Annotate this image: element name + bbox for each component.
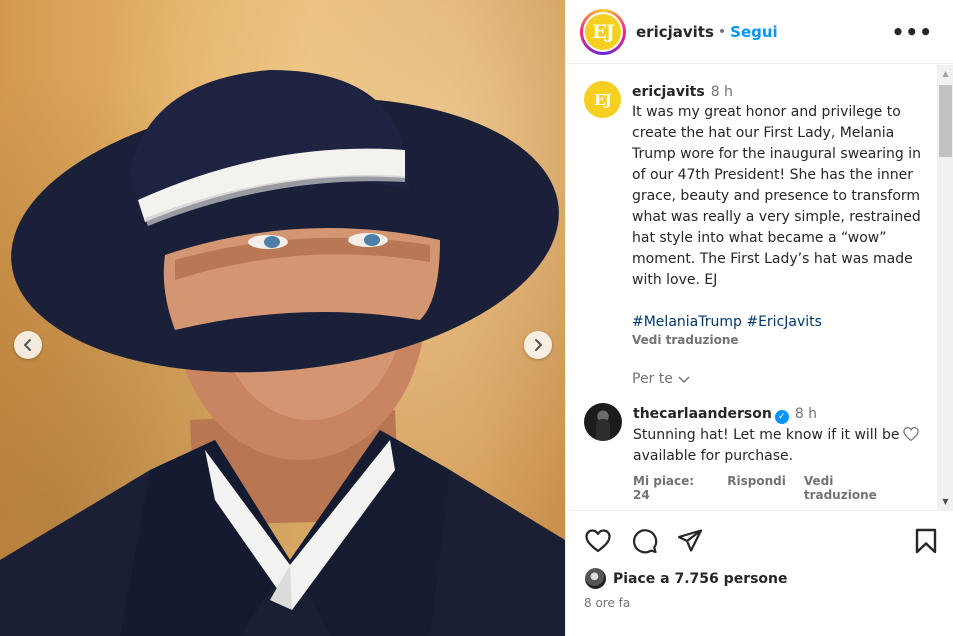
separator-dot: •	[717, 23, 727, 40]
comment-icon[interactable]	[630, 527, 658, 555]
liker-avatar	[584, 567, 607, 590]
verified-badge-icon: ✓	[774, 410, 789, 424]
comment-time: 8 h	[794, 406, 818, 422]
caption-username[interactable]: ericjavits	[632, 84, 705, 100]
chevron-right-icon	[535, 339, 542, 351]
scrollbar[interactable]: ▲ ▼	[937, 65, 953, 510]
for-you-dropdown[interactable]: Per te	[632, 371, 922, 387]
post-timestamp: 8 ore fa	[584, 596, 631, 610]
likes-prefix: Piace a	[613, 570, 675, 587]
comment-item: thecarlaanderson ✓ 8 h Stunning hat! Let m…	[566, 387, 953, 502]
actions-bar: Piace a 7.756 persone 8 ore fa	[566, 510, 953, 636]
post-photo	[0, 70, 565, 636]
likes-count: 7.756	[674, 570, 719, 587]
comment-username[interactable]: thecarlaanderson	[633, 406, 772, 422]
comment-meta: Mi piace: 24 Rispondi Vedi traduzione	[633, 474, 903, 502]
reply-button[interactable]: Rispondi	[727, 474, 786, 502]
chevron-left-icon	[24, 339, 31, 351]
comment-avatar[interactable]	[584, 403, 622, 441]
hashtag-link[interactable]: #MelaniaTrump	[632, 314, 742, 330]
post-caption: EJ ericjavits 8 h It was my great honor a…	[566, 65, 953, 387]
header-username[interactable]: ericjavits	[636, 23, 714, 41]
for-you-label: Per te	[632, 371, 673, 387]
hashtag-link[interactable]: #EricJavits	[746, 314, 822, 330]
paper-plane-icon[interactable]	[676, 527, 704, 555]
follow-button[interactable]: Segui	[730, 23, 778, 41]
comment-translate-link[interactable]: Vedi traduzione	[804, 474, 903, 502]
avatar: EJ	[585, 13, 621, 50]
scroll-thumb[interactable]	[939, 85, 952, 157]
scroll-up-arrow-icon[interactable]: ▲	[937, 65, 953, 82]
more-options-icon[interactable]: •••	[886, 20, 939, 44]
comment-likes-count[interactable]: Mi piace: 24	[633, 474, 709, 502]
bookmark-icon[interactable]	[912, 527, 940, 555]
post-header: EJ ericjavits • Segui •••	[566, 0, 953, 64]
comments-scroll-area[interactable]: EJ ericjavits 8 h It was my great honor a…	[566, 65, 953, 510]
hashtags: #MelaniaTrump #EricJavits	[632, 312, 922, 333]
chevron-down-icon	[678, 376, 690, 383]
post-media[interactable]	[0, 0, 565, 636]
carousel-next-button[interactable]	[524, 331, 552, 359]
scroll-down-arrow-icon[interactable]: ▼	[937, 493, 953, 510]
story-ring-avatar[interactable]: EJ	[580, 8, 626, 55]
likes-suffix: persone	[718, 570, 788, 587]
caption-avatar[interactable]: EJ	[584, 81, 621, 118]
likes-summary[interactable]: Piace a 7.756 persone	[566, 555, 953, 590]
see-translation-link[interactable]: Vedi traduzione	[632, 333, 922, 347]
heart-icon[interactable]	[584, 527, 612, 555]
comment-text: Stunning hat! Let me know if it will be …	[633, 427, 900, 464]
caption-text: It was my great honor and privilege to c…	[632, 104, 921, 288]
caption-time: 8 h	[710, 84, 733, 100]
carousel-prev-button[interactable]	[14, 331, 42, 359]
post-side-panel: EJ ericjavits • Segui ••• EJ ericjavits 8…	[565, 0, 953, 636]
heart-icon[interactable]	[902, 425, 920, 443]
